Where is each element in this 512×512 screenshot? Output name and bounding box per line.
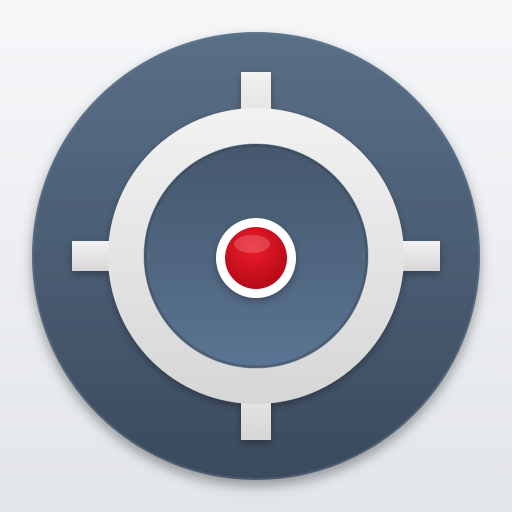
center-dot-highlight [234,235,270,253]
crosshair-target-icon [32,32,480,480]
app-icon-canvas [0,0,512,512]
